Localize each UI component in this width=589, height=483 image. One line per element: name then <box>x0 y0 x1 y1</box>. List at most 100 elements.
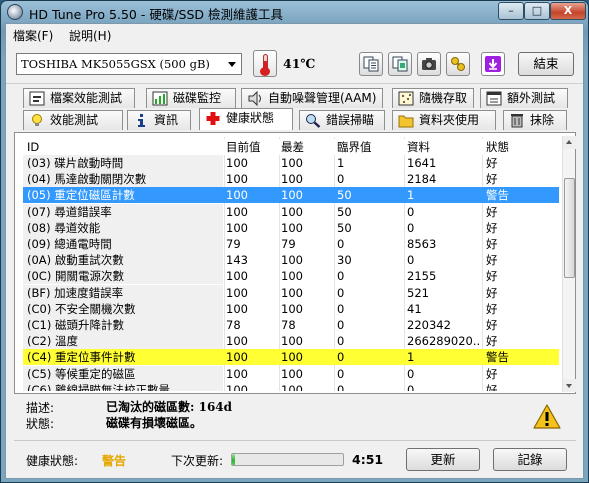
scroll-down-icon[interactable] <box>563 379 576 392</box>
cell-data: 266289020... <box>407 334 479 349</box>
cell-data: 0 <box>407 366 415 381</box>
description-label: 描述: <box>26 401 55 415</box>
cell-worst: 79 <box>281 237 296 251</box>
header-worst[interactable]: 最差 <box>281 139 333 155</box>
description-value: 已淘汰的磁區數: 164d <box>106 400 233 414</box>
cell-data: 2184 <box>407 172 437 187</box>
header-threshold[interactable]: 臨界值 <box>337 139 402 155</box>
cell-status: 警告 <box>486 188 509 203</box>
cell-worst: 100 <box>281 204 303 219</box>
extra-tests-icon <box>486 91 502 106</box>
download-icon <box>485 56 501 72</box>
screenshot-button[interactable] <box>417 52 441 76</box>
tab-label: 資料夾使用 <box>419 113 480 127</box>
tab-label: 健康狀態 <box>226 111 275 125</box>
close-button[interactable]: X <box>550 2 586 20</box>
tab-aam[interactable]: 自動噪聲管理(AAM) <box>241 88 383 108</box>
header-id[interactable]: ID <box>27 139 227 155</box>
table-row[interactable]: (04) 馬達啟動關閉次數 100 100 0 2184 好 <box>23 171 559 188</box>
cell-threshold: 50 <box>337 204 352 219</box>
tab-bar: 檔案效能測試 磁碟監控 自動噪聲管理(AAM) 隨機存取 額外測試 效能測試 資… <box>6 88 583 132</box>
tab-label: 磁碟監控 <box>173 91 222 105</box>
tab-benchmark[interactable]: 效能測試 <box>23 110 123 130</box>
refresh-button[interactable]: 更新 <box>406 448 480 471</box>
cell-current: 100 <box>226 188 248 203</box>
table-row[interactable]: (C4) 重定位事件計數 100 100 0 1 警告 <box>23 349 559 366</box>
tab-label: 額外測試 <box>507 91 556 105</box>
cell-status: 好 <box>486 237 498 251</box>
cell-threshold: 0 <box>337 366 345 381</box>
table-row[interactable]: (BF) 加速度錯誤率 100 100 0 521 好 <box>23 284 559 301</box>
cell-worst: 100 <box>281 350 303 365</box>
cell-current: 100 <box>226 334 248 349</box>
menu-file[interactable]: 檔案(F) <box>13 27 53 44</box>
options-button[interactable] <box>446 52 470 76</box>
tab-disk-monitor[interactable]: 磁碟監控 <box>146 88 236 108</box>
menu-help[interactable]: 說明(H) <box>69 27 111 44</box>
cell-threshold: 0 <box>337 172 345 187</box>
table-row[interactable]: (07) 尋道錯誤率 100 100 50 0 好 <box>23 203 559 220</box>
scroll-thumb[interactable] <box>564 178 575 278</box>
cell-status: 好 <box>486 253 498 268</box>
tab-erase[interactable]: 抹除 <box>503 110 567 130</box>
cell-status: 好 <box>486 204 498 219</box>
table-row[interactable]: (03) 碟片啟動時間 100 100 1 1641 好 <box>23 155 559 171</box>
trash-icon <box>511 114 523 128</box>
tab-health[interactable]: 健康狀態 <box>199 108 293 130</box>
cell-worst: 100 <box>281 366 303 381</box>
table-row[interactable]: (C0) 不安全關機次數 100 100 0 41 好 <box>23 300 559 317</box>
cell-current: 78 <box>226 318 241 332</box>
table-row[interactable]: (C5) 等候重定的磁區 100 100 0 0 好 <box>23 365 559 382</box>
exit-button[interactable]: 結束 <box>518 52 574 76</box>
title-bar[interactable]: HD Tune Pro 5.50 - 硬碟/SSD 檢測維護工具 – □ X <box>1 1 588 23</box>
cell-worst: 100 <box>281 220 303 235</box>
cell-worst: 100 <box>281 156 303 170</box>
cell-id: (09) 總通電時間 <box>27 237 112 251</box>
toolbar: TOSHIBA MK5055GSX (500 gB) 41℃ 結束 <box>6 44 583 84</box>
cell-id: (0C) 開關電源次數 <box>27 269 124 284</box>
copy-text-button[interactable] <box>359 52 383 76</box>
lightbulb-icon <box>32 114 42 126</box>
cell-current: 100 <box>226 301 248 316</box>
table-row[interactable]: (0A) 啟動重試次數 143 100 30 0 好 <box>23 252 559 269</box>
tab-random-access[interactable]: 隨機存取 <box>392 88 474 108</box>
cell-current: 79 <box>226 237 241 251</box>
scroll-up-icon[interactable] <box>563 136 576 149</box>
table-row[interactable]: (0C) 開關電源次數 100 100 0 2155 好 <box>23 268 559 285</box>
table-row[interactable]: (C1) 磁頭升降計數 78 78 0 220342 好 <box>23 317 559 333</box>
table-row[interactable]: (09) 總通電時間 79 79 0 8563 好 <box>23 236 559 252</box>
cell-threshold: 0 <box>337 285 345 300</box>
cell-threshold: 50 <box>337 220 352 235</box>
cell-worst: 100 <box>281 301 303 316</box>
cell-status: 好 <box>486 301 498 316</box>
copy-screen-button[interactable] <box>388 52 412 76</box>
log-button[interactable]: 記錄 <box>493 448 567 471</box>
tab-folder-usage[interactable]: 資料夾使用 <box>392 110 496 130</box>
download-button[interactable] <box>481 52 505 76</box>
table-row[interactable]: (08) 尋道效能 100 100 50 0 好 <box>23 219 559 236</box>
tab-file-benchmark[interactable]: 檔案效能測試 <box>23 88 135 108</box>
table-row[interactable]: (C2) 溫度 100 100 0 266289020... 好 <box>23 333 559 350</box>
header-data[interactable]: 資料 <box>407 139 479 155</box>
cell-status: 好 <box>486 156 498 170</box>
red-cross-icon <box>206 112 220 125</box>
tab-extra-tests[interactable]: 額外測試 <box>480 88 568 108</box>
tab-info[interactable]: 資訊 <box>127 110 191 130</box>
cell-threshold: 0 <box>337 318 345 332</box>
table-row[interactable]: (05) 重定位磁區計數 100 100 50 1 警告 <box>23 187 559 204</box>
header-current[interactable]: 目前值 <box>226 139 276 155</box>
cell-data: 1641 <box>407 156 437 170</box>
cell-status: 好 <box>486 172 498 187</box>
table-row[interactable]: (C6) 離線掃瞄無法校正數量 100 100 0 0 好 <box>23 381 559 391</box>
header-status[interactable]: 狀態 <box>486 139 556 155</box>
cell-id: (08) 尋道效能 <box>27 220 101 235</box>
drive-select[interactable]: TOSHIBA MK5055GSX (500 gB) <box>16 53 242 75</box>
copy-text-icon <box>363 56 379 72</box>
vertical-scrollbar[interactable] <box>562 136 576 392</box>
minimize-button[interactable]: – <box>498 2 524 20</box>
cell-data: 521 <box>407 285 429 300</box>
file-benchmark-icon <box>29 91 45 106</box>
cell-data: 1 <box>407 188 415 203</box>
tab-error-scan[interactable]: 錯誤掃瞄 <box>299 110 385 130</box>
maximize-button[interactable]: □ <box>524 2 550 20</box>
